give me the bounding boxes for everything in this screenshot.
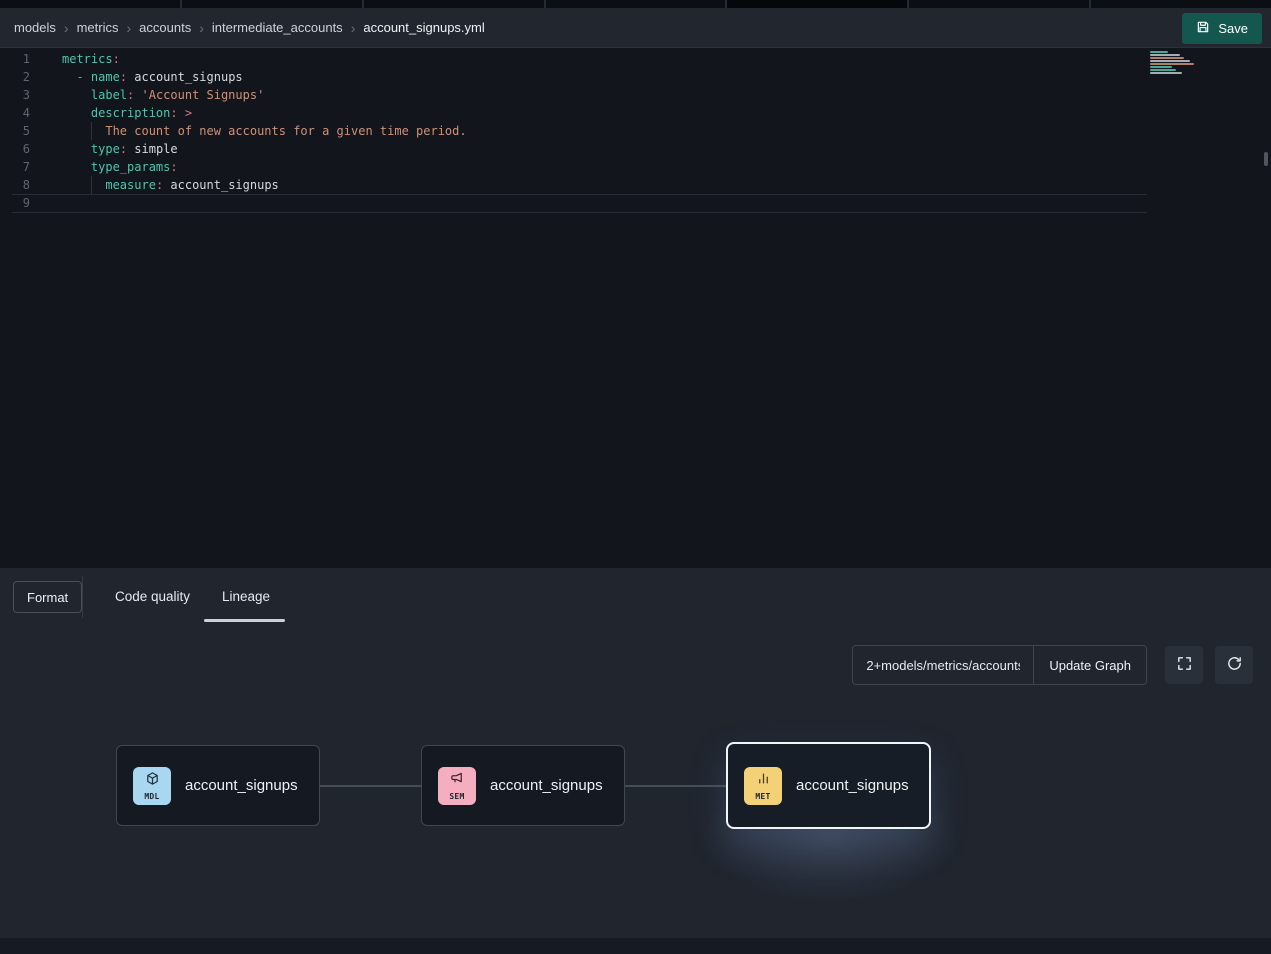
node-label: account_signups (185, 777, 298, 794)
code-content[interactable]: metrics: - name: account_signups label: … (48, 50, 1141, 212)
line-number: 1 (0, 50, 44, 68)
breadcrumb-item-metrics[interactable]: metrics (77, 20, 119, 35)
editor-tab[interactable] (546, 0, 726, 8)
tab-lineage[interactable]: Lineage (222, 589, 270, 604)
code-line: type: simple (48, 140, 1141, 158)
editor-tab[interactable] (909, 0, 1089, 8)
chevron-right-icon: › (126, 20, 131, 36)
breadcrumb-bar: models › metrics › accounts › intermedia… (0, 8, 1271, 48)
code-line: measure: account_signups (48, 176, 1141, 194)
lineage-selector-group: Update Graph (852, 645, 1147, 685)
cube-icon (145, 771, 160, 791)
breadcrumb: models › metrics › accounts › intermedia… (14, 20, 485, 36)
editor-tab-strip (0, 0, 1271, 8)
node-label: account_signups (490, 777, 603, 794)
status-strip (0, 938, 1271, 954)
node-label: account_signups (796, 777, 909, 794)
code-line: type_params: (48, 158, 1141, 176)
indent-guide (91, 122, 92, 140)
breadcrumb-item-intermediate-accounts[interactable]: intermediate_accounts (212, 20, 343, 35)
editor-scrollbar[interactable] (1264, 152, 1268, 166)
badge-label: MDL (144, 792, 159, 801)
editor-tab[interactable] (182, 0, 362, 8)
lineage-controls: Update Graph (852, 645, 1253, 685)
tab-code-quality[interactable]: Code quality (115, 589, 190, 604)
code-line: - name: account_signups (48, 68, 1141, 86)
line-number: 2 (0, 68, 44, 86)
breadcrumb-item-current-file: account_signups.yml (363, 20, 484, 35)
code-line (48, 194, 1141, 212)
code-line: description: > (48, 104, 1141, 122)
bar-chart-icon (756, 771, 771, 791)
semantic-model-badge: SEM (438, 767, 476, 805)
line-number: 7 (0, 158, 44, 176)
editor-tab[interactable] (0, 0, 180, 8)
refresh-button[interactable] (1215, 646, 1253, 684)
code-line: label: 'Account Signups' (48, 86, 1141, 104)
lineage-node-metric[interactable]: MET account_signups (726, 742, 931, 829)
refresh-icon (1226, 655, 1243, 675)
active-tab-underline (204, 619, 285, 622)
breadcrumb-item-accounts[interactable]: accounts (139, 20, 191, 35)
line-number-gutter: 1 2 3 4 5 6 7 8 9 (0, 50, 44, 212)
panel-divider (82, 576, 83, 618)
badge-label: MET (755, 792, 770, 801)
line-number: 5 (0, 122, 44, 140)
chevron-right-icon: › (351, 20, 356, 36)
megaphone-icon (450, 771, 465, 791)
metric-badge: MET (744, 767, 782, 805)
bottom-panel: Format Code quality Lineage Update Graph (0, 568, 1271, 954)
save-button-label: Save (1218, 21, 1248, 36)
lineage-node-model[interactable]: MDL account_signups (116, 745, 320, 826)
model-badge: MDL (133, 767, 171, 805)
editor-rule (12, 212, 1147, 213)
editor-tab[interactable] (727, 0, 907, 8)
lineage-selector-input[interactable] (853, 646, 1033, 684)
chevron-right-icon: › (64, 20, 69, 36)
minimap[interactable] (1150, 51, 1210, 74)
lineage-edge (625, 785, 726, 787)
save-button[interactable]: Save (1182, 13, 1262, 44)
line-number: 3 (0, 86, 44, 104)
save-icon (1196, 20, 1210, 37)
lineage-node-semantic-model[interactable]: SEM account_signups (421, 745, 625, 826)
code-line: The count of new accounts for a given ti… (48, 122, 1141, 140)
code-editor[interactable]: 1 2 3 4 5 6 7 8 9 metrics: - name: accou… (0, 48, 1271, 568)
editor-tab[interactable] (1091, 0, 1271, 8)
editor-tab[interactable] (364, 0, 544, 8)
format-button[interactable]: Format (13, 581, 82, 613)
line-number: 9 (0, 194, 44, 212)
fullscreen-icon (1176, 655, 1193, 675)
line-number: 8 (0, 176, 44, 194)
fullscreen-button[interactable] (1165, 646, 1203, 684)
line-number: 4 (0, 104, 44, 122)
editor-rule (12, 194, 1147, 195)
lineage-edge (320, 785, 421, 787)
chevron-right-icon: › (199, 20, 204, 36)
code-line: metrics: (48, 50, 1141, 68)
badge-label: SEM (449, 792, 464, 801)
update-graph-button[interactable]: Update Graph (1033, 646, 1146, 684)
breadcrumb-item-models[interactable]: models (14, 20, 56, 35)
indent-guide (91, 176, 92, 194)
ide-window: models › metrics › accounts › intermedia… (0, 0, 1271, 954)
line-number: 6 (0, 140, 44, 158)
